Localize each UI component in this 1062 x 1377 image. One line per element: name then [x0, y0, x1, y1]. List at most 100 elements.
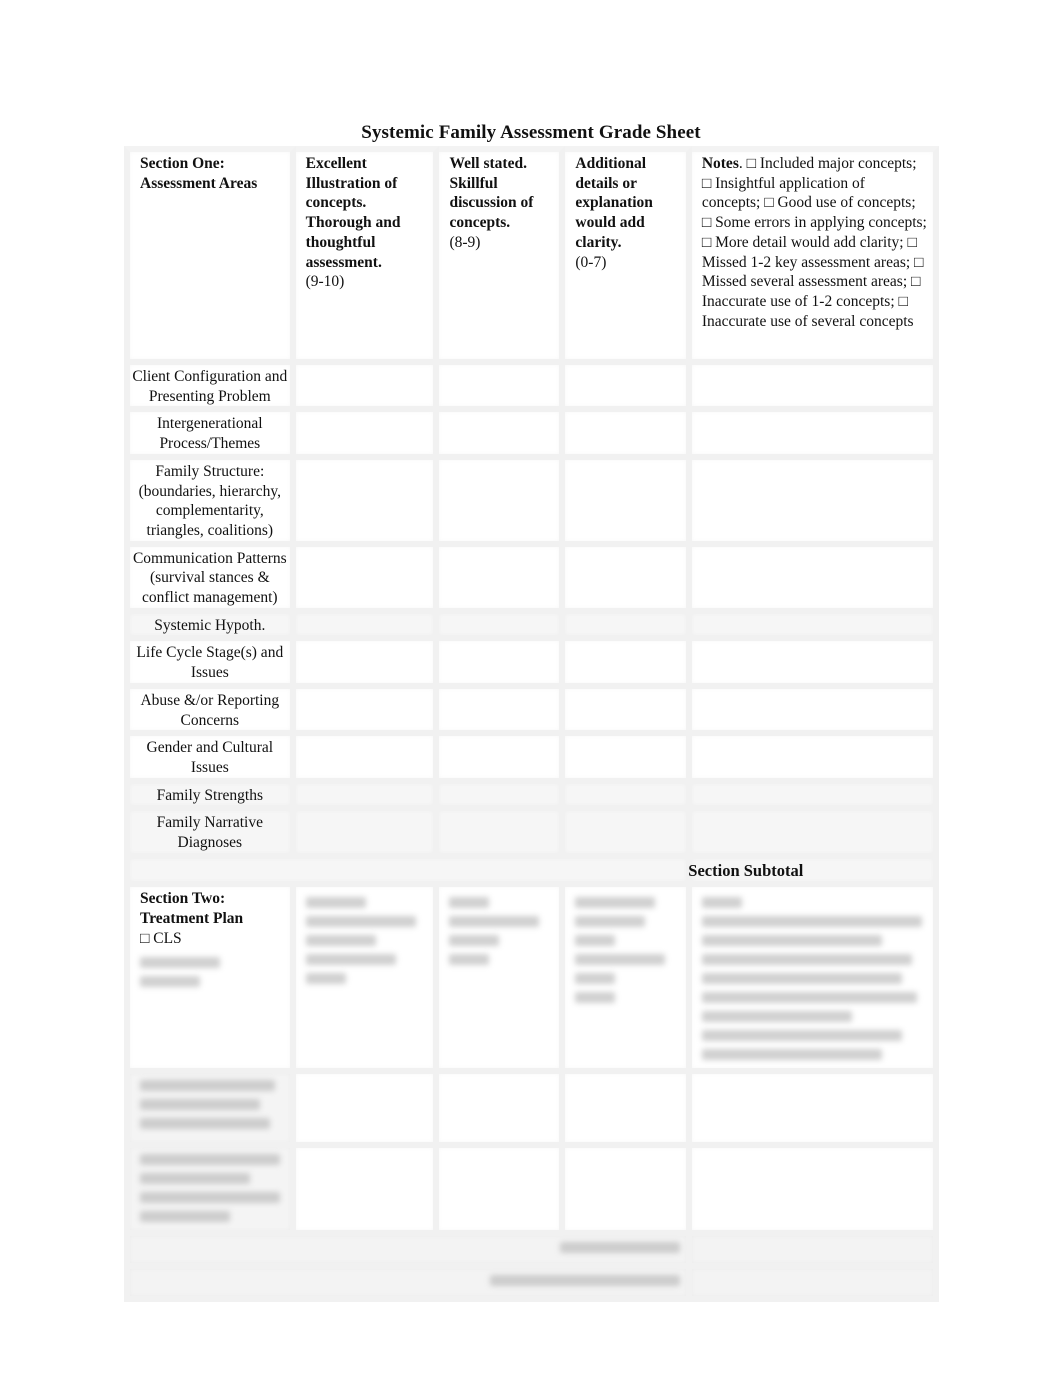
document-title: Systemic Family Assessment Grade Sheet — [361, 122, 701, 143]
score-cell[interactable] — [439, 546, 566, 614]
score-cell[interactable] — [439, 1148, 566, 1237]
notes-cell[interactable] — [691, 783, 939, 812]
blurred-text — [140, 975, 200, 987]
score-cell[interactable] — [565, 1148, 692, 1237]
score-cell[interactable] — [295, 688, 440, 737]
assessment-area: Client Configuration and Presenting Prob… — [124, 365, 296, 413]
score-cell[interactable] — [439, 811, 566, 859]
rubric-additional-details: Additional details or explanation would … — [565, 146, 692, 365]
table-row: Communication Patterns (survival stances… — [124, 546, 939, 614]
subtotal-value-cell[interactable] — [691, 1236, 939, 1270]
table-row: Client Configuration and Presenting Prob… — [124, 365, 939, 413]
score-cell[interactable] — [565, 641, 692, 689]
score-cell[interactable] — [295, 365, 440, 413]
rubric-notes: Notes. □ Included major concepts; □ Insi… — [691, 146, 939, 365]
document-page: Systemic Family Assessment Grade Sheet S… — [0, 0, 1062, 1377]
score-cell[interactable] — [565, 1074, 692, 1149]
score-cell[interactable] — [565, 546, 692, 614]
score-cell[interactable] — [439, 613, 566, 642]
notes-cell[interactable] — [691, 688, 939, 737]
section-subtotal-label: Section Subtotal — [688, 860, 804, 880]
table-row: Intergenerational Process/Themes — [124, 412, 939, 460]
assessment-area: Abuse &/or Reporting Concerns — [124, 688, 296, 737]
rubric-additional-details-label: Additional details or explanation would … — [575, 155, 653, 251]
notes-cell[interactable] — [691, 1074, 939, 1149]
score-cell[interactable] — [439, 688, 566, 737]
score-cell[interactable] — [565, 811, 692, 859]
score-cell[interactable] — [439, 783, 566, 812]
score-cell[interactable] — [439, 412, 566, 460]
score-cell[interactable] — [295, 641, 440, 689]
blurred-notes-cell — [691, 887, 939, 1075]
rubric-well-stated-label: Well stated. Skillful discussion of conc… — [449, 155, 534, 232]
assessment-area: Family Narrative Diagnoses — [124, 811, 296, 859]
score-cell[interactable] — [295, 613, 440, 642]
rubric-additional-details-range: (0-7) — [575, 253, 607, 271]
score-cell[interactable] — [565, 613, 692, 642]
assessment-area: Systemic Hypoth. — [124, 613, 296, 642]
rubric-excellent-label: Excellent Illustration of concepts. Thor… — [305, 155, 401, 271]
rubric-excellent-range: (9-10) — [305, 273, 345, 291]
score-cell[interactable] — [295, 736, 440, 784]
blurred-text — [140, 956, 220, 968]
section-one-title: Section One: Assessment Areas — [124, 146, 296, 365]
section-two-title-cell: Section Two: Treatment Plan □ CLS — [124, 887, 296, 1075]
total-row — [124, 1269, 939, 1302]
subtotal-label-cell: Section Subtotal — [124, 858, 803, 888]
score-cell[interactable] — [565, 412, 692, 460]
notes-cell[interactable] — [691, 365, 939, 413]
blurred-total-label — [124, 1269, 692, 1302]
blurred-rubric-cell — [439, 887, 566, 1075]
notes-cell[interactable] — [691, 641, 939, 689]
section-one-header-row: Section One: Assessment Areas Excellent … — [124, 146, 939, 365]
score-cell[interactable] — [565, 459, 692, 547]
notes-cell[interactable] — [691, 412, 939, 460]
section-two-subtotal-row — [124, 1236, 939, 1270]
notes-cell[interactable] — [691, 546, 939, 614]
notes-cell[interactable] — [691, 1148, 939, 1237]
table-row — [124, 1074, 939, 1149]
score-cell[interactable] — [439, 736, 566, 784]
table-row: Family Strengths — [124, 783, 939, 812]
rubric-well-stated-range: (8-9) — [449, 233, 481, 251]
section-one-subtotal-row: Section Subtotal — [124, 858, 939, 888]
score-cell[interactable] — [295, 459, 440, 547]
score-cell[interactable] — [295, 412, 440, 460]
score-cell[interactable] — [295, 1148, 440, 1237]
cls-checkbox-item[interactable]: □ CLS — [140, 930, 182, 947]
blurred-rubric-cell — [565, 887, 692, 1075]
assessment-area: Family Strengths — [124, 783, 296, 812]
table-row: Gender and Cultural Issues — [124, 736, 939, 784]
notes-cell[interactable] — [691, 613, 939, 642]
blurred-subtotal-label — [124, 1236, 692, 1270]
score-cell[interactable] — [295, 783, 440, 812]
blurred-area-cell — [124, 1074, 296, 1149]
score-cell[interactable] — [565, 365, 692, 413]
score-cell[interactable] — [295, 546, 440, 614]
table-row: Life Cycle Stage(s) and Issues — [124, 641, 939, 689]
score-cell[interactable] — [295, 811, 440, 859]
blurred-rubric-cell — [295, 887, 440, 1075]
section-two-header-row: Section Two: Treatment Plan □ CLS — [124, 887, 939, 1075]
table-row: Abuse &/or Reporting Concerns — [124, 688, 939, 737]
notes-cell[interactable] — [691, 811, 939, 859]
rubric-excellent: Excellent Illustration of concepts. Thor… — [295, 146, 440, 365]
score-cell[interactable] — [565, 783, 692, 812]
score-cell[interactable] — [439, 459, 566, 547]
score-cell[interactable] — [439, 365, 566, 413]
section-two-title: Section Two: — [140, 890, 226, 908]
score-cell[interactable] — [439, 1074, 566, 1149]
score-cell[interactable] — [565, 736, 692, 784]
section-two-subtitle: Treatment Plan — [140, 910, 244, 928]
total-value-cell[interactable] — [691, 1269, 939, 1302]
assessment-area: Communication Patterns (survival stances… — [124, 546, 296, 614]
score-cell[interactable] — [295, 1074, 440, 1149]
assessment-area: Family Structure: (boundaries, hierarchy… — [124, 459, 296, 547]
score-cell[interactable] — [565, 688, 692, 737]
notes-cell[interactable] — [691, 736, 939, 784]
notes-checklist: . □ Included major concepts; □ Insightfu… — [701, 155, 927, 330]
score-cell[interactable] — [439, 641, 566, 689]
notes-cell[interactable] — [691, 459, 939, 547]
rubric-well-stated: Well stated. Skillful discussion of conc… — [439, 146, 566, 365]
grade-table: Section One: Assessment Areas Excellent … — [124, 146, 939, 1302]
